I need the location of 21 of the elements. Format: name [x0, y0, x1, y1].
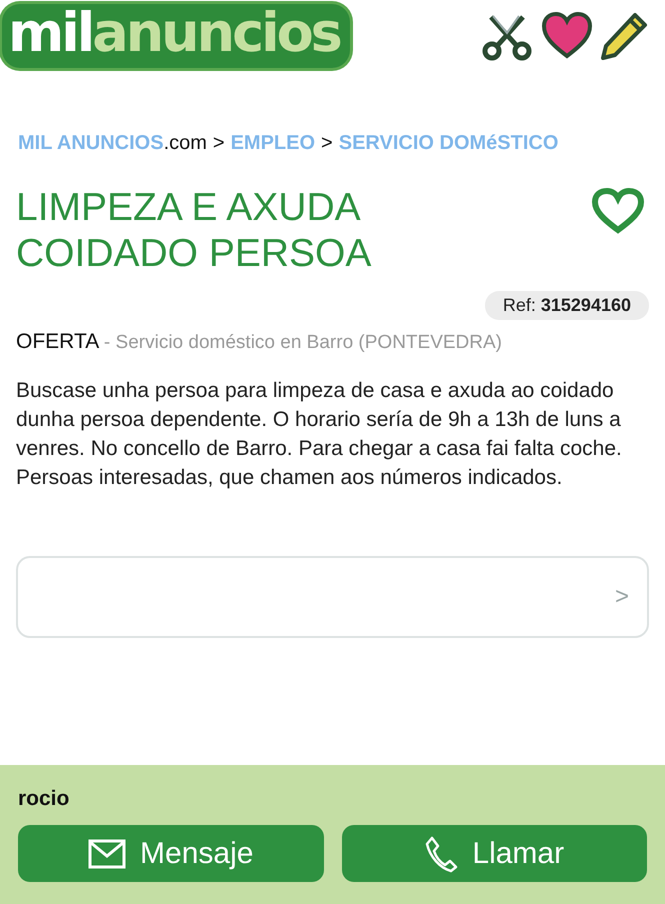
reference-badge: Ref: 315294160	[484, 291, 649, 320]
site-logo[interactable]: milanuncios	[2, 4, 350, 68]
call-button[interactable]: Llamar	[342, 825, 647, 882]
ad-category: - Servicio doméstico en Barro (PONTEVEDRA)	[104, 332, 502, 353]
breadcrumb-link[interactable]: MIL ANUNCIOS	[18, 132, 164, 154]
breadcrumb-separator: >	[212, 132, 225, 155]
envelope-icon	[88, 838, 126, 868]
chevron-icon: >	[614, 583, 629, 611]
breadcrumb-separator: >	[321, 132, 333, 155]
ad-type: OFERTA	[16, 330, 98, 353]
domain-suffix: .com	[164, 132, 207, 154]
heart-icon[interactable]	[541, 12, 593, 60]
seller-name: rocio	[18, 787, 70, 811]
ad-title: LIMPEZA E AXUDA COIDADO PERSOA	[16, 185, 372, 277]
pencil-icon[interactable]	[599, 11, 649, 61]
message-button[interactable]: Mensaje	[18, 825, 324, 882]
ad-description: Buscase unha persoa para limpeza de casa e axuda ao coidado dunha persoa dependente. O horario sería de 9h a 13h de luns a venres. No concello de Barro. Para chegar a casa fai falta coche. Persoas interesadas, que chamen aos números indicados.	[16, 378, 623, 491]
phone-icon	[424, 834, 458, 872]
link-card[interactable]: >	[16, 556, 649, 638]
breadcrumb-link[interactable]: SERVICIO DOMéSTICO	[338, 132, 558, 154]
breadcrumb-link[interactable]: EMPLEO	[230, 132, 316, 154]
